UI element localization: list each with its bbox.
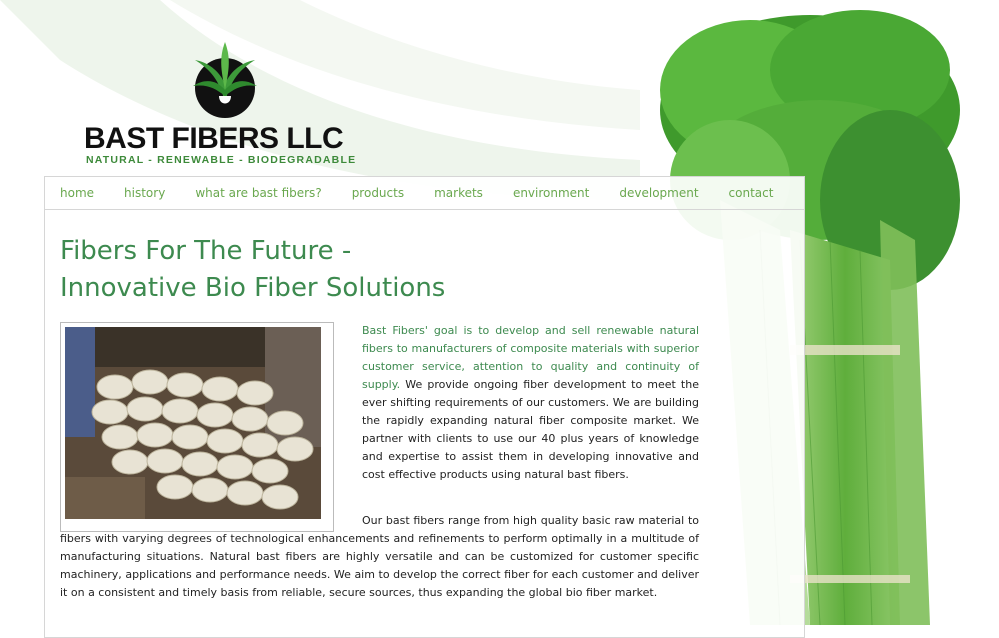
nav-history[interactable]: history	[124, 186, 165, 200]
fiber-bundles-photo	[60, 322, 334, 532]
logo-title: BAST FIBERS LLC	[84, 122, 344, 155]
nav-development[interactable]: development	[619, 186, 698, 200]
intro-rest: We provide ongoing fiber development to …	[362, 378, 699, 481]
company-logo[interactable]: BAST FIBERS LLC NATURAL - RENEWABLE - BI…	[84, 40, 374, 170]
fibers-paragraph: Our bast fibers range from high quality …	[60, 514, 699, 599]
main-nav: home history what are bast fibers? produ…	[45, 177, 804, 210]
nav-products[interactable]: products	[352, 186, 404, 200]
intro-paragraph: Bast Fibers' goal is to develop and sell…	[362, 322, 699, 484]
heading-line-2: Innovative Bio Fiber Solutions	[60, 273, 446, 303]
nav-what-are-bast-fibers[interactable]: what are bast fibers?	[195, 186, 321, 200]
hemp-leaf-logo-icon	[193, 42, 257, 118]
logo-tagline: NATURAL - RENEWABLE - BIODEGRADABLE	[86, 154, 357, 166]
nav-contact[interactable]: contact	[729, 186, 774, 200]
nav-markets[interactable]: markets	[434, 186, 483, 200]
page-heading: Fibers For The Future - Innovative Bio F…	[60, 233, 660, 307]
heading-line-1: Fibers For The Future -	[60, 236, 352, 266]
nav-environment[interactable]: environment	[513, 186, 589, 200]
content-panel: home history what are bast fibers? produ…	[44, 176, 805, 638]
nav-home[interactable]: home	[60, 186, 94, 200]
